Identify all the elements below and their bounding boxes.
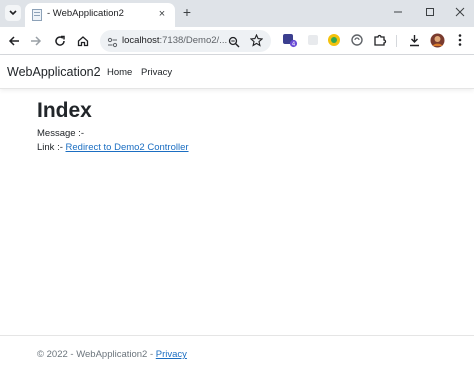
- close-icon: [455, 7, 465, 17]
- footer-text: © 2022 - WebApplication2 - Privacy: [37, 349, 187, 360]
- close-window-button[interactable]: [451, 3, 469, 21]
- nav-link-privacy[interactable]: Privacy: [141, 67, 172, 78]
- zoom-icon[interactable]: [228, 35, 240, 53]
- browser-toolbar: localhost:7138/Demo2/... 4: [0, 27, 474, 54]
- site-info-icon[interactable]: [107, 35, 118, 53]
- message-line: Message :-: [37, 128, 84, 139]
- tab-close-icon[interactable]: ×: [156, 8, 168, 20]
- link-label: Link :-: [37, 142, 66, 153]
- extensions-puzzle-icon[interactable]: [372, 32, 388, 48]
- link-line: Link :- Redirect to Demo2 Controller: [37, 142, 189, 153]
- extension-circle-icon[interactable]: [349, 32, 365, 48]
- redirect-link[interactable]: Redirect to Demo2 Controller: [66, 142, 189, 153]
- bookmark-star-icon[interactable]: [249, 33, 264, 52]
- browser-menu-icon[interactable]: [452, 32, 468, 48]
- address-bar[interactable]: localhost:7138/Demo2/...: [100, 30, 271, 52]
- forward-button[interactable]: [27, 32, 45, 50]
- page-favicon-icon: [32, 9, 42, 21]
- footer-privacy-link[interactable]: Privacy: [156, 349, 187, 360]
- extension-badge-icon[interactable]: 4: [282, 32, 298, 48]
- navbar-brand[interactable]: WebApplication2: [7, 65, 101, 79]
- toolbar-separator: [396, 35, 397, 47]
- page-title: Index: [37, 99, 92, 122]
- url-text[interactable]: localhost:7138/Demo2/...: [122, 35, 227, 46]
- reload-button[interactable]: [51, 32, 69, 50]
- maximize-button[interactable]: [421, 3, 439, 21]
- browser-tab-strip: - WebApplication2 × +: [0, 0, 474, 27]
- footer-copyright: © 2022 - WebApplication2 -: [37, 349, 156, 360]
- tab-title: - WebApplication2: [47, 8, 124, 19]
- extension-yellow-icon[interactable]: [326, 32, 342, 48]
- minimize-icon: [394, 11, 402, 13]
- extension-blank-icon[interactable]: [305, 32, 321, 48]
- profile-avatar[interactable]: [429, 32, 445, 48]
- chevron-down-icon: [9, 10, 17, 16]
- reload-icon: [55, 35, 65, 46]
- minimize-button[interactable]: [389, 3, 407, 21]
- new-tab-button[interactable]: +: [180, 5, 194, 19]
- back-button[interactable]: [5, 32, 23, 50]
- home-icon: [77, 36, 89, 47]
- maximize-icon: [426, 8, 434, 16]
- url-host: localhost: [122, 35, 160, 46]
- svg-text:4: 4: [292, 42, 296, 48]
- nav-link-home[interactable]: Home: [107, 67, 132, 78]
- download-icon[interactable]: [406, 32, 422, 48]
- site-navbar: WebApplication2 Home Privacy: [0, 55, 474, 89]
- forward-arrow-icon: [31, 36, 42, 46]
- tab-search-button[interactable]: [5, 5, 21, 21]
- site-footer: © 2022 - WebApplication2 - Privacy: [0, 335, 474, 370]
- back-arrow-icon: [8, 36, 19, 46]
- home-button[interactable]: [74, 32, 92, 50]
- browser-tab[interactable]: - WebApplication2 ×: [25, 3, 175, 27]
- url-path: :7138/Demo2/...: [159, 35, 228, 46]
